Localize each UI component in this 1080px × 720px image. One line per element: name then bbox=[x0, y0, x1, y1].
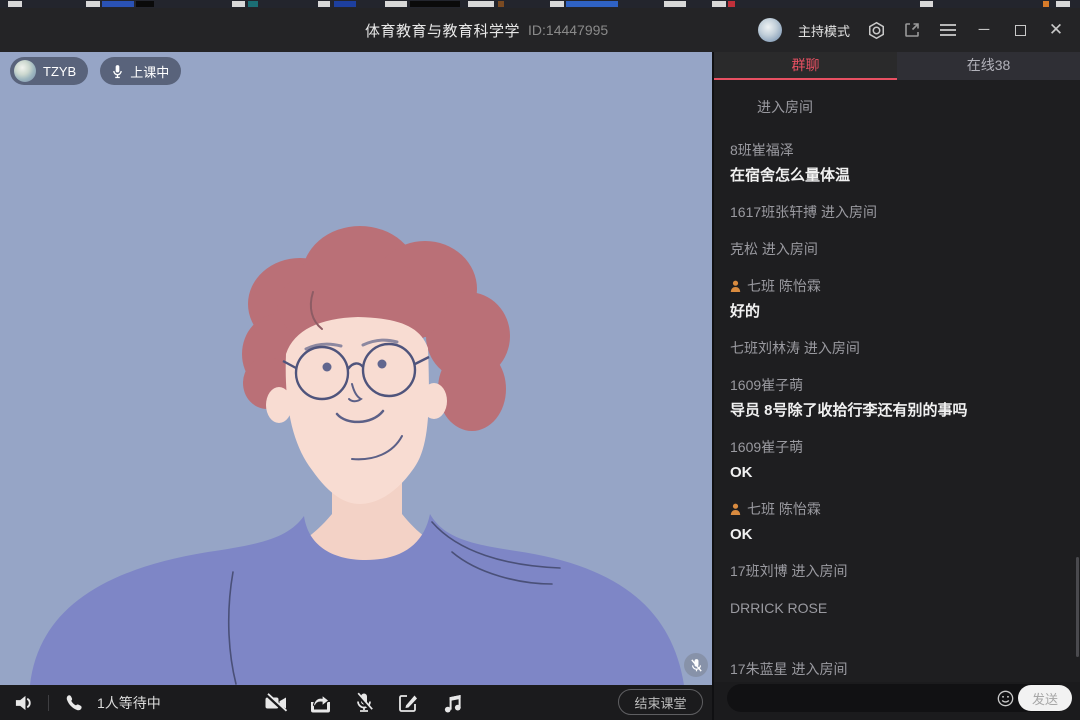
chat-message: 8班崔福泽在宿舍怎么量体温 bbox=[730, 141, 1064, 185]
popout-icon[interactable] bbox=[902, 20, 922, 40]
host-mode-label: 主持模式 bbox=[798, 21, 850, 40]
app-window: 体育教育与教育科学学 ID:14447995 主持模式 bbox=[0, 0, 1080, 720]
chat-message: 进入房间 bbox=[730, 98, 1064, 117]
member-icon bbox=[730, 280, 741, 293]
chat-message: DRRICK ROSE bbox=[730, 599, 1064, 618]
emoji-icon[interactable] bbox=[997, 690, 1014, 707]
chat-message-text: OK bbox=[730, 525, 1064, 544]
phone-icon[interactable] bbox=[61, 691, 85, 715]
toolbar: 1人等待中 bbox=[0, 685, 712, 720]
chat-message-sender: 1609崔子萌 bbox=[730, 376, 1064, 395]
chat-message-text: 导员 8号除了收拾行李还有别的事吗 bbox=[730, 401, 1064, 420]
settings-icon[interactable] bbox=[866, 20, 886, 40]
chat-message: 克松 进入房间 bbox=[730, 240, 1064, 259]
page-title: 体育教育与教育科学学 bbox=[365, 20, 520, 41]
chat-message-text: 在宿舍怎么量体温 bbox=[730, 166, 1064, 185]
speaker-icon[interactable] bbox=[12, 691, 36, 715]
chat-message: 17朱蓝星 进入房间 bbox=[730, 660, 1064, 679]
chat-message: 1617班张轩搏 进入房间 bbox=[730, 203, 1064, 222]
presenter-mic-muted-icon bbox=[684, 653, 708, 677]
mic-off-icon[interactable] bbox=[352, 691, 376, 715]
edit-icon[interactable] bbox=[396, 691, 420, 715]
minimize-button[interactable]: ─ bbox=[974, 20, 994, 40]
chat-message-sender: 七班 陈怡霖 bbox=[730, 277, 1064, 296]
presenter-badge: TZYB bbox=[10, 57, 88, 85]
camera-off-icon[interactable] bbox=[264, 691, 288, 715]
tab-online[interactable]: 在线38 bbox=[897, 52, 1080, 80]
presenter-illustration bbox=[0, 52, 712, 685]
presenter-avatar bbox=[14, 60, 36, 82]
desktop-remnant-strip bbox=[0, 0, 1080, 8]
chat-message-sender: 8班崔福泽 bbox=[730, 141, 1064, 160]
status-label: 上课中 bbox=[130, 62, 169, 81]
video-area: TZYB 上课中 bbox=[0, 52, 712, 685]
music-icon[interactable] bbox=[440, 691, 464, 715]
chat-message-list[interactable]: 进入房间8班崔福泽在宿舍怎么量体温1617班张轩搏 进入房间克松 进入房间七班 … bbox=[714, 80, 1080, 682]
chat-message-sender: 1609崔子萌 bbox=[730, 438, 1064, 457]
chat-message-text: OK bbox=[730, 463, 1064, 482]
waiting-label[interactable]: 1人等待中 bbox=[97, 693, 161, 713]
chat-message: 17班刘博 进入房间 bbox=[730, 562, 1064, 581]
chat-scrollbar[interactable] bbox=[1076, 557, 1079, 657]
chat-message: 1609崔子萌导员 8号除了收拾行李还有别的事吗 bbox=[730, 376, 1064, 420]
chat-message: 七班刘林涛 进入房间 bbox=[730, 339, 1064, 358]
class-status-badge: 上课中 bbox=[100, 57, 181, 85]
mic-icon bbox=[112, 64, 123, 79]
host-avatar[interactable] bbox=[758, 18, 782, 42]
title-bar: 体育教育与教育科学学 ID:14447995 主持模式 bbox=[0, 8, 1080, 52]
chat-input-row: 发送 bbox=[714, 682, 1080, 720]
chat-message-sender: 七班 陈怡霖 bbox=[730, 500, 1064, 519]
end-class-button[interactable]: 结束课堂 bbox=[618, 689, 703, 715]
chat-message: 七班 陈怡霖好的 bbox=[730, 277, 1064, 321]
send-button[interactable]: 发送 bbox=[1018, 685, 1072, 711]
screen-share-icon[interactable] bbox=[308, 691, 332, 715]
chat-message: 1609崔子萌 OK bbox=[730, 438, 1064, 482]
chat-message: 七班 陈怡霖 OK bbox=[730, 500, 1064, 544]
chat-message-text: 好的 bbox=[730, 302, 1064, 321]
room-id: ID:14447995 bbox=[528, 22, 608, 38]
close-button[interactable]: ✕ bbox=[1046, 20, 1066, 40]
menu-icon[interactable] bbox=[938, 20, 958, 40]
maximize-button[interactable] bbox=[1010, 20, 1030, 40]
tab-groupchat[interactable]: 群聊 bbox=[714, 52, 897, 80]
presenter-name: TZYB bbox=[43, 64, 76, 79]
toolbar-divider bbox=[48, 695, 49, 711]
chat-tab-bar: 群聊 在线38 bbox=[714, 52, 1080, 80]
chat-panel: 群聊 在线38 进入房间 8班崔福泽在宿舍怎么量体温 1617班张轩搏 进入房间克松… bbox=[712, 52, 1080, 720]
member-icon bbox=[730, 503, 741, 516]
